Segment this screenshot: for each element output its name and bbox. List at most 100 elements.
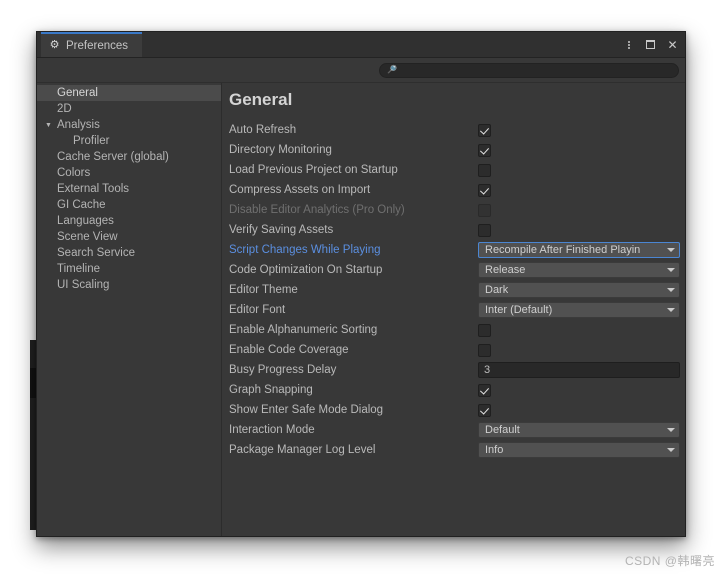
sidebar-item-colors[interactable]: Colors — [37, 165, 221, 181]
preferences-window: ⚙ Preferences ✕ 🔍 General 2D ▼ Analysis … — [36, 31, 686, 537]
setting-row-disable-editor-analytics-pro-only: Disable Editor Analytics (Pro Only) — [229, 200, 685, 220]
setting-label: Show Enter Safe Mode Dialog — [229, 404, 384, 416]
dropdown-interaction-mode[interactable]: Default — [478, 422, 680, 438]
maximize-icon[interactable] — [644, 38, 657, 52]
chevron-down-icon[interactable]: ▼ — [45, 122, 52, 129]
setting-control — [478, 323, 491, 337]
sidebar-item-label: Analysis — [57, 119, 100, 131]
window-body: General 2D ▼ Analysis Profiler Cache Server (… — [37, 83, 685, 536]
dropdown-editor-font[interactable]: Inter (Default) — [478, 302, 680, 318]
dropdown-value: Release — [485, 264, 526, 276]
setting-row-interaction-mode: Interaction Mode Default — [229, 420, 685, 440]
setting-label: Interaction Mode — [229, 424, 315, 436]
dropdown-value: Dark — [485, 284, 509, 296]
setting-label: Compress Assets on Import — [229, 184, 371, 196]
sidebar-item-ui-scaling[interactable]: UI Scaling — [37, 277, 221, 293]
sidebar-item-label: Profiler — [73, 135, 110, 147]
chevron-down-icon — [667, 308, 675, 312]
sidebar-item-gi-cache[interactable]: GI Cache — [37, 197, 221, 213]
search-box[interactable]: 🔍 — [379, 62, 679, 78]
chevron-down-icon — [667, 268, 675, 272]
search-row: 🔍 — [37, 58, 685, 83]
setting-label: Package Manager Log Level — [229, 444, 376, 456]
setting-control — [478, 203, 491, 217]
dropdown-code-optimization-on-startup[interactable]: Release — [478, 262, 680, 278]
setting-label: Editor Theme — [229, 284, 298, 296]
setting-row-enable-code-coverage: Enable Code Coverage — [229, 340, 685, 360]
setting-control — [478, 383, 491, 397]
checkbox-enable-alphanumeric-sorting[interactable] — [478, 323, 491, 337]
setting-control — [478, 403, 491, 417]
setting-label: Disable Editor Analytics (Pro Only) — [229, 204, 405, 216]
sidebar-item-languages[interactable]: Languages — [37, 213, 221, 229]
sidebar-item-label: UI Scaling — [57, 279, 110, 291]
sidebar-item-timeline[interactable]: Timeline — [37, 261, 221, 277]
sidebar-item-2d[interactable]: 2D — [37, 101, 221, 117]
search-input[interactable] — [396, 63, 671, 77]
setting-row-package-manager-log-level: Package Manager Log Level Info — [229, 440, 685, 460]
setting-row-compress-assets-on-import: Compress Assets on Import — [229, 180, 685, 200]
chevron-down-icon — [667, 288, 675, 292]
checkbox-directory-monitoring[interactable] — [478, 143, 491, 157]
setting-label: Script Changes While Playing — [229, 244, 381, 256]
settings-content: General Auto Refresh Directory Monitoring… — [222, 83, 685, 536]
dropdown-package-manager-log-level[interactable]: Info — [478, 442, 680, 458]
setting-control: Dark — [478, 282, 680, 298]
checkbox-disable-editor-analytics-pro-only — [478, 203, 491, 217]
setting-label: Enable Code Coverage — [229, 344, 349, 356]
setting-control: Release — [478, 262, 680, 278]
checkbox-auto-refresh[interactable] — [478, 123, 491, 137]
sidebar-item-search-service[interactable]: Search Service — [37, 245, 221, 261]
dropdown-value: Info — [485, 444, 504, 456]
settings-sidebar[interactable]: General 2D ▼ Analysis Profiler Cache Server (… — [37, 83, 222, 536]
gear-icon: ⚙ — [49, 39, 60, 51]
dropdown-value: Recompile After Finished Playin — [485, 244, 641, 256]
checkbox-compress-assets-on-import[interactable] — [478, 183, 491, 197]
number-field-busy-progress-delay[interactable]: 3 — [478, 362, 680, 378]
setting-label: Code Optimization On Startup — [229, 264, 383, 276]
setting-label: Load Previous Project on Startup — [229, 164, 398, 176]
watermark: CSDN @韩曙亮 — [624, 554, 715, 568]
checkbox-graph-snapping[interactable] — [478, 383, 491, 397]
setting-control — [478, 123, 491, 137]
sidebar-item-label: Languages — [57, 215, 114, 227]
sidebar-item-general[interactable]: General — [37, 85, 221, 101]
close-icon[interactable]: ✕ — [666, 38, 679, 52]
setting-control — [478, 163, 491, 177]
dropdown-value: Default — [485, 424, 520, 436]
dropdown-editor-theme[interactable]: Dark — [478, 282, 680, 298]
checkbox-load-previous-project-on-startup[interactable] — [478, 163, 491, 177]
sidebar-item-profiler[interactable]: Profiler — [37, 133, 221, 149]
page-title: General — [229, 90, 293, 109]
sidebar-item-label: Timeline — [57, 263, 101, 275]
setting-control: Info — [478, 442, 680, 458]
setting-label: Graph Snapping — [229, 384, 313, 396]
setting-control — [478, 183, 491, 197]
sidebar-item-label: Search Service — [57, 247, 135, 259]
setting-row-code-optimization-on-startup: Code Optimization On Startup Release — [229, 260, 685, 280]
sidebar-item-analysis[interactable]: ▼ Analysis — [37, 117, 221, 133]
setting-label: Editor Font — [229, 304, 286, 316]
sidebar-item-scene-view[interactable]: Scene View — [37, 229, 221, 245]
dropdown-script-changes-while-playing[interactable]: Recompile After Finished Playin — [478, 242, 680, 258]
setting-row-busy-progress-delay: Busy Progress Delay 3 — [229, 360, 685, 380]
sidebar-item-label: 2D — [57, 103, 72, 115]
setting-row-show-enter-safe-mode-dialog: Show Enter Safe Mode Dialog — [229, 400, 685, 420]
sidebar-item-cache-server-global[interactable]: Cache Server (global) — [37, 149, 221, 165]
kebab-menu-icon[interactable] — [622, 38, 635, 52]
sidebar-item-label: GI Cache — [57, 199, 106, 211]
setting-row-graph-snapping: Graph Snapping — [229, 380, 685, 400]
checkbox-enable-code-coverage[interactable] — [478, 343, 491, 357]
tab-preferences[interactable]: ⚙ Preferences — [41, 32, 143, 57]
sidebar-item-external-tools[interactable]: External Tools — [37, 181, 221, 197]
checkbox-verify-saving-assets[interactable] — [478, 223, 491, 237]
sidebar-item-label: Cache Server (global) — [57, 151, 169, 163]
chevron-down-icon — [667, 428, 675, 432]
sidebar-item-label: External Tools — [57, 183, 130, 195]
window-controls: ✕ — [622, 32, 679, 57]
search-icon: 🔍 — [387, 65, 397, 74]
chevron-down-icon — [667, 248, 675, 252]
checkbox-show-enter-safe-mode-dialog[interactable] — [478, 403, 491, 417]
setting-control: 3 — [478, 362, 680, 378]
setting-label: Verify Saving Assets — [229, 224, 334, 236]
